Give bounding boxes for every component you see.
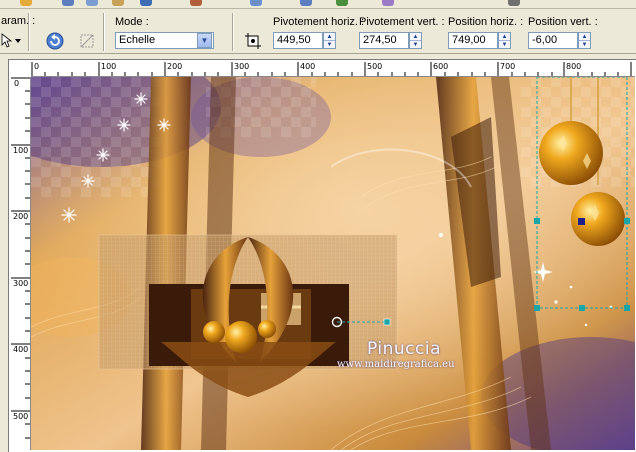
spin-up-icon[interactable]: ▲: [410, 33, 421, 41]
pos-v-label: Position vert. :: [528, 16, 598, 28]
reset-icon: [46, 32, 64, 50]
mode-dropdown-button[interactable]: ▼: [197, 33, 212, 48]
pivot-v-value: 274,50: [363, 34, 397, 46]
ruler-label: 500: [13, 412, 29, 421]
ruler-label: 100: [101, 62, 117, 71]
ruler-label: 300: [13, 279, 29, 288]
ruler-label: 700: [500, 62, 516, 71]
ruler-ticks-v: [11, 77, 30, 439]
ruler-label: 600: [433, 62, 449, 71]
image-canvas-window: 0 100 200 300 400 500 600 700 800 0 100 …: [8, 59, 636, 452]
apply-button[interactable]: [76, 30, 98, 52]
ruler-label: 400: [13, 345, 29, 354]
toolbar-separator: [232, 13, 234, 51]
apply-icon: [80, 34, 94, 48]
preset-dropdown[interactable]: [0, 31, 24, 49]
ruler-label: 100: [13, 146, 29, 155]
crop-frame-icon: [245, 33, 261, 49]
toolbar-separator: [28, 13, 30, 51]
save-icon[interactable]: [62, 0, 74, 6]
top-icon-strip: [0, 0, 636, 9]
ruler-label: 200: [167, 62, 183, 71]
tool-options-bar: aram. : Mode : Echelle ▼ Pivotement hori…: [0, 9, 636, 54]
arrow-cursor-icon: [1, 33, 21, 48]
adjust-icon[interactable]: [336, 0, 348, 6]
artwork-image: [31, 77, 635, 450]
ruler-label: 0: [34, 62, 40, 71]
folder-icon[interactable]: [20, 0, 32, 6]
pivot-v-input[interactable]: 274,50: [359, 32, 409, 49]
spin-down-icon[interactable]: ▼: [324, 41, 335, 48]
pos-v-value: -6,00: [532, 34, 558, 46]
zoom-icon[interactable]: [508, 0, 520, 6]
toolbar-separator: [103, 13, 105, 51]
ruler-label: 300: [234, 62, 250, 71]
mode-select-value: Echelle: [119, 34, 156, 46]
pos-h-label: Position horiz. :: [448, 16, 524, 28]
pivot-h-spinner[interactable]: ▲ ▼: [323, 32, 336, 49]
pos-v-spinner[interactable]: ▲ ▼: [578, 32, 591, 49]
ruler-label: 0: [13, 79, 20, 88]
image-icon[interactable]: [190, 0, 202, 6]
pivot-snap-button[interactable]: [243, 31, 263, 51]
pos-v-input[interactable]: -6,00: [528, 32, 578, 49]
spin-up-icon[interactable]: ▲: [579, 33, 590, 41]
chevron-down-icon: ▼: [200, 36, 209, 45]
effects-icon[interactable]: [382, 0, 394, 6]
window-icon[interactable]: [250, 0, 262, 6]
ruler-label: 400: [300, 62, 316, 71]
vertical-ruler: 0 100 200 300 400 500: [11, 77, 31, 450]
ruler-ticks-h: [31, 62, 632, 76]
mode-label: Mode :: [115, 16, 149, 28]
ruler-label: 200: [13, 212, 29, 221]
pivot-h-label: Pivotement horiz. :: [273, 16, 365, 28]
pivot-h-value: 449,50: [277, 34, 311, 46]
horizontal-ruler: 0 100 200 300 400 500 600 700 800: [31, 62, 635, 77]
spin-down-icon[interactable]: ▼: [499, 41, 510, 48]
pivot-h-input[interactable]: 449,50: [273, 32, 323, 49]
tool-icon[interactable]: [140, 0, 152, 6]
print-icon[interactable]: [86, 0, 98, 6]
spin-down-icon[interactable]: ▼: [579, 41, 590, 48]
watermark-name: Pinuccia: [367, 339, 441, 359]
ruler-label: 800: [566, 62, 582, 71]
ruler-label: 500: [367, 62, 383, 71]
spin-up-icon[interactable]: ▲: [324, 33, 335, 41]
edit-icon[interactable]: [112, 0, 124, 6]
layer-icon[interactable]: [300, 0, 312, 6]
artwork-canvas[interactable]: Pinuccia www.maidiregrafica.eu: [31, 77, 635, 450]
param-label: aram. :: [1, 15, 36, 27]
pos-h-value: 749,00: [452, 34, 486, 46]
pivot-v-spinner[interactable]: ▲ ▼: [409, 32, 422, 49]
pivot-v-label: Pivotement vert. :: [359, 16, 445, 28]
spin-down-icon[interactable]: ▼: [410, 41, 421, 48]
spin-up-icon[interactable]: ▲: [499, 33, 510, 41]
pos-h-input[interactable]: 749,00: [448, 32, 498, 49]
pos-h-spinner[interactable]: ▲ ▼: [498, 32, 511, 49]
watermark-url: www.maidiregrafica.eu: [337, 359, 455, 370]
reset-button[interactable]: [44, 30, 66, 52]
